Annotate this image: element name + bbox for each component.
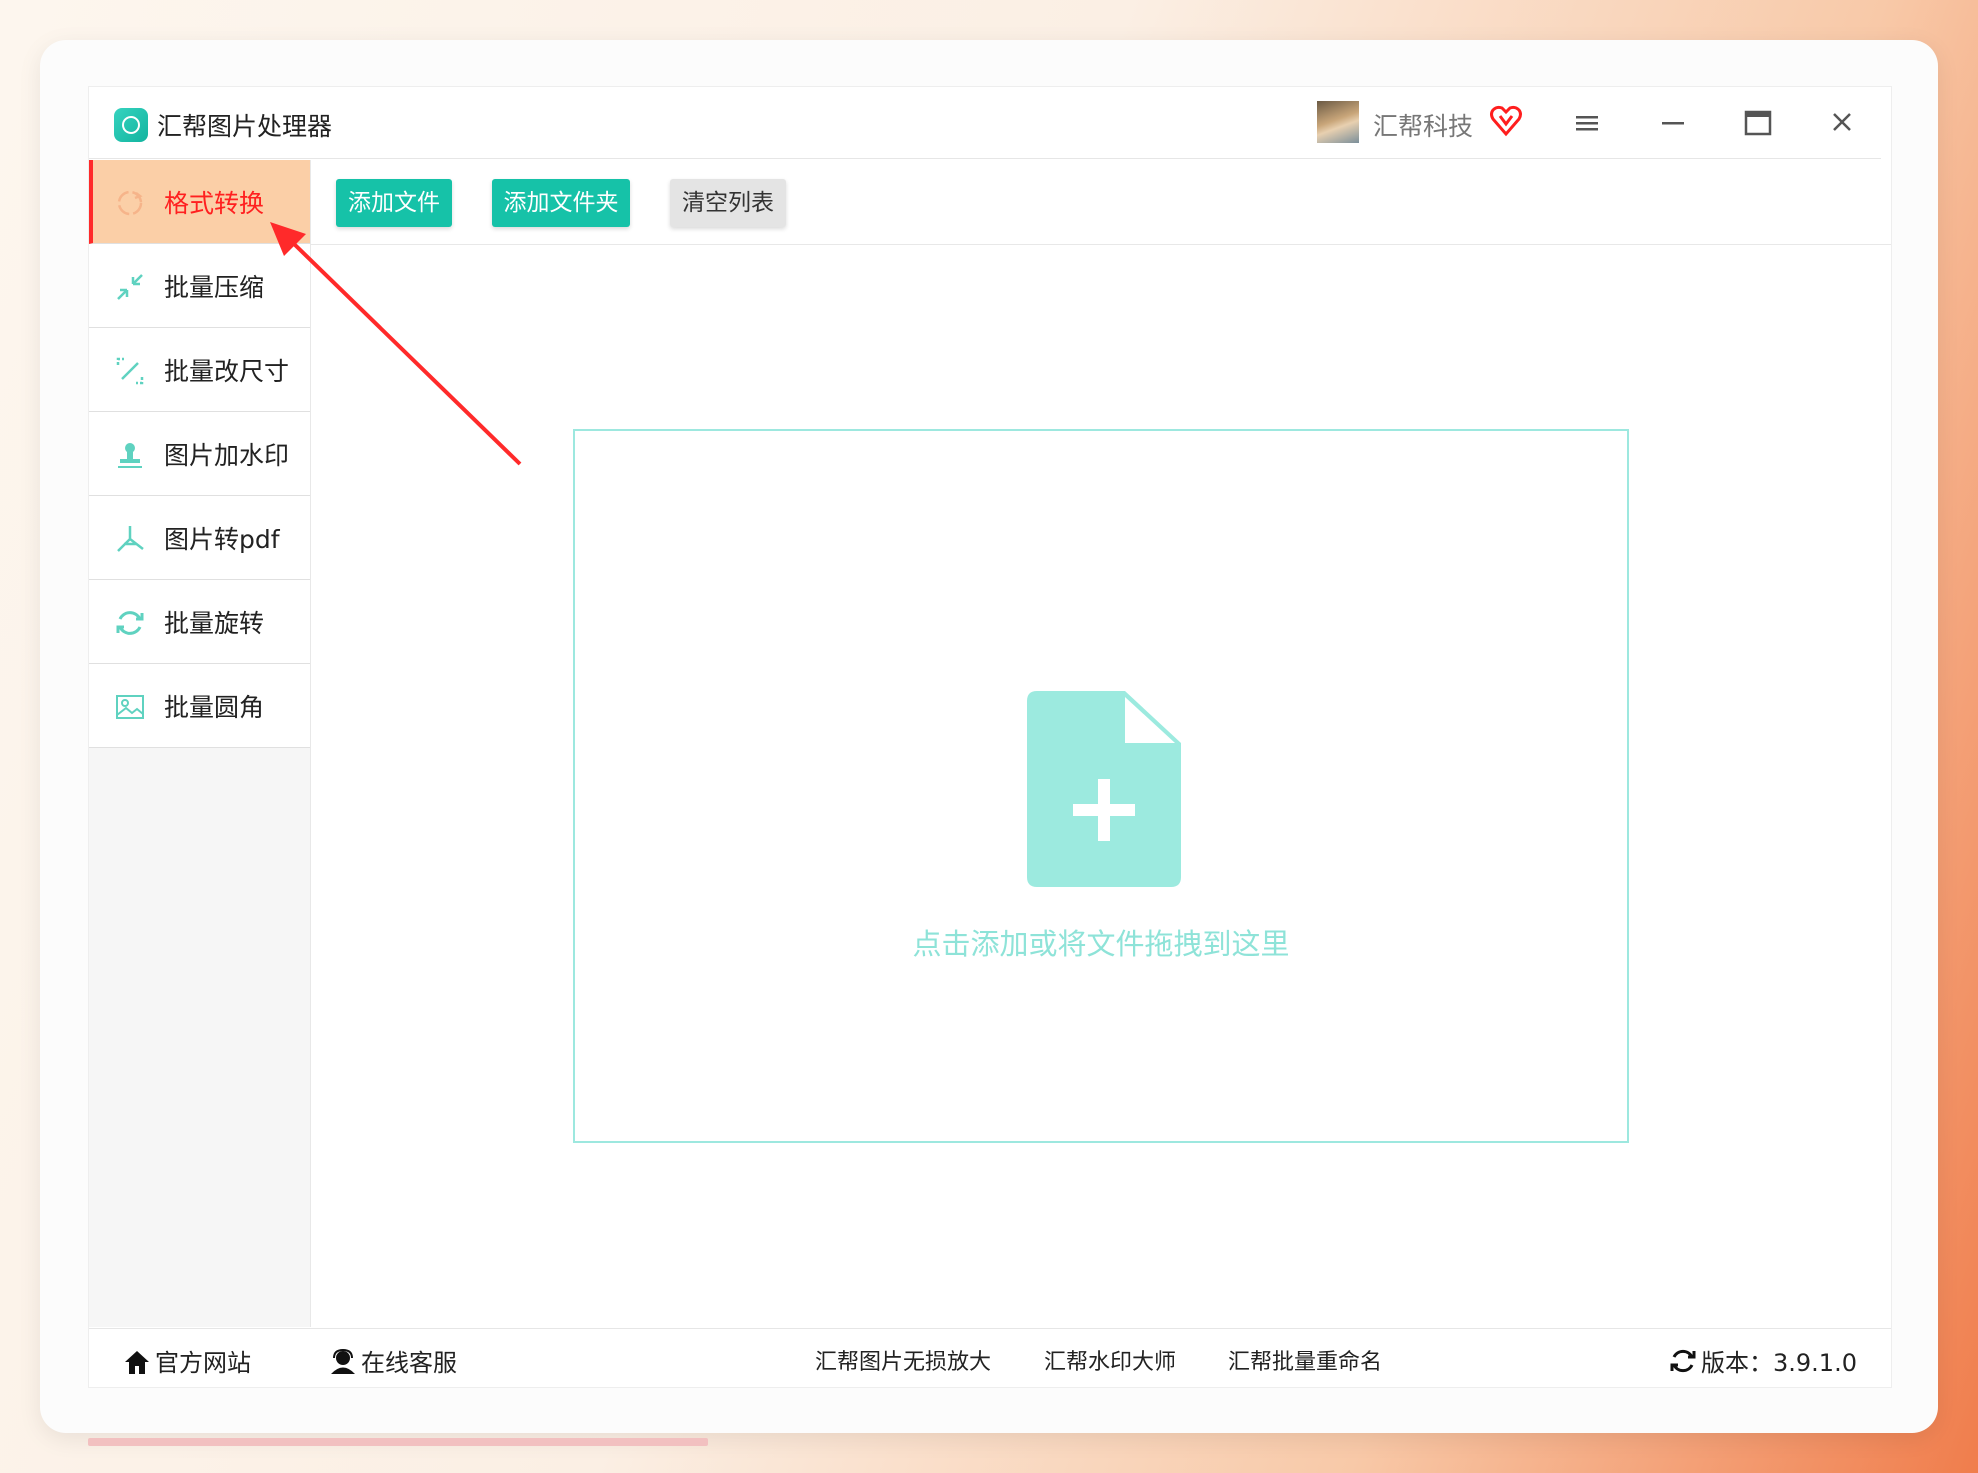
app-window: 汇帮图片处理器 汇帮科技 格式转换 批量压缩 批量改尺寸 图片加水印 图片转pd… — [88, 86, 1892, 1388]
title-bar: 汇帮图片处理器 汇帮科技 — [89, 87, 1891, 159]
sidebar: 格式转换 批量压缩 批量改尺寸 图片加水印 图片转pdf 批量旋转 批量圆角 — [89, 160, 311, 1327]
official-site-label: 官方网站 — [155, 1349, 251, 1377]
file-drop-zone[interactable]: 点击添加或将文件拖拽到这里 — [573, 429, 1629, 1143]
sidebar-item-batch-round-corner[interactable]: 批量圆角 — [89, 664, 310, 748]
avatar[interactable] — [1317, 101, 1359, 143]
home-icon — [125, 1351, 149, 1374]
close-icon[interactable] — [1829, 109, 1855, 135]
sidebar-item-label: 批量压缩 — [164, 273, 265, 302]
online-service-link[interactable]: 在线客服 — [329, 1343, 457, 1378]
sidebar-item-label: 批量旋转 — [164, 609, 265, 638]
add-file-button[interactable]: 添加文件 — [336, 179, 452, 227]
app-title: 汇帮图片处理器 — [157, 112, 333, 141]
sidebar-item-label: 图片加水印 — [164, 441, 290, 470]
compress-icon — [117, 274, 143, 300]
sidebar-item-image-to-pdf[interactable]: 图片转pdf — [89, 496, 310, 580]
clear-list-button[interactable]: 清空列表 — [670, 179, 786, 227]
sidebar-item-label: 批量圆角 — [164, 693, 265, 722]
menu-icon[interactable] — [1573, 111, 1601, 135]
sidebar-item-format-convert[interactable]: 格式转换 — [89, 160, 310, 244]
footer-link-upscale[interactable]: 汇帮图片无损放大 — [815, 1344, 991, 1376]
online-service-label: 在线客服 — [361, 1349, 457, 1377]
version-info[interactable]: 版本：3.9.1.0 — [1669, 1343, 1857, 1378]
image-icon — [116, 695, 144, 719]
sidebar-item-batch-compress[interactable]: 批量压缩 — [89, 244, 310, 328]
footer: 官方网站 在线客服 汇帮图片无损放大 汇帮水印大师 汇帮批量重命名 版本：3.9… — [89, 1328, 1891, 1387]
app-logo-icon — [114, 108, 148, 142]
footer-link-rename[interactable]: 汇帮批量重命名 — [1228, 1344, 1382, 1376]
refresh-icon — [1670, 1349, 1696, 1373]
version-label: 版本：3.9.1.0 — [1701, 1349, 1857, 1377]
sidebar-item-watermark[interactable]: 图片加水印 — [89, 412, 310, 496]
customer-service-icon — [331, 1349, 355, 1374]
title-divider — [89, 158, 1881, 159]
sidebar-item-label: 图片转pdf — [164, 525, 280, 554]
vip-heart-icon[interactable] — [1489, 104, 1523, 138]
user-name[interactable]: 汇帮科技 — [1373, 107, 1473, 143]
maximize-icon[interactable] — [1743, 109, 1773, 137]
sidebar-item-batch-resize[interactable]: 批量改尺寸 — [89, 328, 310, 412]
sidebar-item-batch-rotate[interactable]: 批量旋转 — [89, 580, 310, 664]
footer-link-watermark[interactable]: 汇帮水印大师 — [1044, 1344, 1176, 1376]
sidebar-item-label: 批量改尺寸 — [164, 357, 290, 386]
add-folder-button[interactable]: 添加文件夹 — [492, 179, 630, 227]
minimize-icon[interactable] — [1659, 111, 1687, 135]
stamp-icon — [118, 443, 142, 468]
convert-icon — [117, 190, 143, 216]
drop-hint-text: 点击添加或将文件拖拽到这里 — [912, 927, 1290, 961]
progress-strip — [88, 1438, 708, 1446]
add-file-icon — [1027, 691, 1181, 887]
official-site-link[interactable]: 官方网站 — [123, 1343, 251, 1378]
rotate-icon — [116, 611, 144, 635]
pdf-icon — [117, 526, 144, 552]
resize-icon — [116, 357, 144, 385]
toolbar: 添加文件 添加文件夹 清空列表 — [311, 160, 1891, 245]
sidebar-item-label: 格式转换 — [164, 189, 265, 218]
